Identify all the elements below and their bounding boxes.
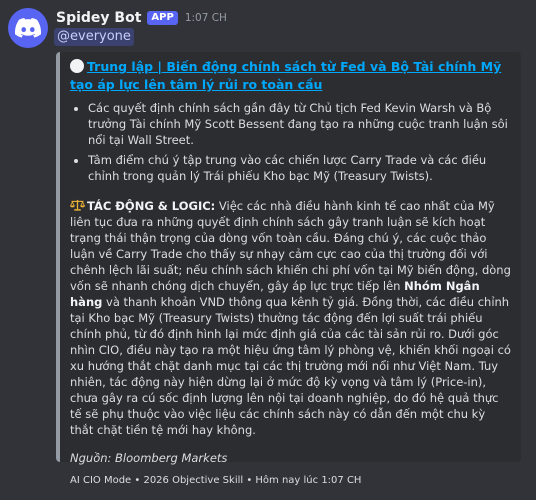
- discord-logo-icon: [15, 18, 41, 38]
- chat-message: Spidey Bot APP 1:07 CH @everyone Trung l…: [0, 0, 536, 500]
- embed-source: Nguồn: Bloomberg Markets: [70, 451, 228, 465]
- list-item: Tâm điểm chú ý tập trung vào các chiến l…: [88, 152, 511, 184]
- summary-list: Các quyết định chính sách gần đây từ Chủ…: [70, 100, 511, 184]
- everyone-mention[interactable]: @everyone: [54, 28, 134, 46]
- impact-paragraph: TÁC ĐỘNG & LOGIC: Việc các nhà điều hành…: [70, 198, 511, 438]
- impact-label: TÁC ĐỘNG & LOGIC:: [87, 199, 216, 213]
- impact-text-cont: và thanh khoản VND thông qua kênh tỷ giá…: [70, 295, 511, 437]
- app-badge: APP: [147, 11, 178, 25]
- message-timestamp: 1:07 CH: [184, 12, 227, 24]
- bot-avatar[interactable]: [8, 8, 48, 48]
- news-embed: Trung lập | Biến động chính sách từ Fed …: [56, 52, 521, 486]
- embed-title: Trung lập | Biến động chính sách từ Fed …: [70, 58, 511, 94]
- list-item: Các quyết định chính sách gần đây từ Chủ…: [88, 100, 511, 148]
- embed-footer: AI CIO Mode • 2026 Objective Skill • Hôm…: [70, 475, 362, 486]
- embed-title-link[interactable]: Trung lập | Biến động chính sách từ Fed …: [70, 59, 501, 92]
- bot-username[interactable]: Spidey Bot: [56, 10, 141, 26]
- white-circle-icon: [70, 59, 84, 73]
- message-header: Spidey Bot APP 1:07 CH: [56, 8, 227, 28]
- balance-scale-icon: [70, 199, 85, 211]
